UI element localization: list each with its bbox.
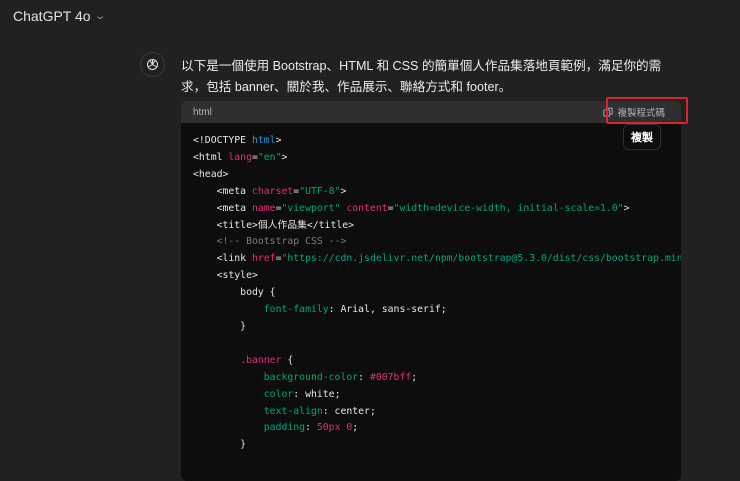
code-token: font-family xyxy=(263,304,329,316)
code-token: ; xyxy=(352,422,359,434)
code-line: .banner { xyxy=(193,353,669,370)
code-token: ; xyxy=(411,371,418,383)
code-token: } xyxy=(193,320,247,332)
code-token: <head> xyxy=(193,168,229,180)
code-token: <link xyxy=(193,253,252,265)
code-token: > xyxy=(281,151,288,163)
code-line: <meta name="viewport" content="width=dev… xyxy=(193,201,669,218)
code-token: > xyxy=(340,185,347,197)
code-token: : white; xyxy=(293,388,341,400)
chatgpt-avatar-icon xyxy=(140,52,165,77)
code-token: "en" xyxy=(257,151,282,163)
code-token: "width=device-width, initial-scale=1.0" xyxy=(393,202,624,214)
code-line: text-align: center; xyxy=(193,404,669,421)
code-token: charset xyxy=(251,185,294,197)
code-token: } xyxy=(193,439,247,451)
code-token: name xyxy=(251,202,276,214)
code-token: color xyxy=(263,388,294,400)
code-token: "UTF-8" xyxy=(299,185,341,197)
code-token: 50px 0 xyxy=(316,422,353,434)
code-line: <link href="https://cdn.jsdelivr.net/npm… xyxy=(193,251,681,268)
code-language: html xyxy=(193,106,212,118)
code-token: background-color xyxy=(263,371,359,383)
code-token: <style> xyxy=(193,270,258,282)
chevron-down-icon: ⌄ xyxy=(93,10,106,22)
code-block: html 複製程式碼 <!DOCTYPE html> <html lang="en… xyxy=(181,101,681,481)
code-token: .banner xyxy=(240,354,282,366)
model-name: ChatGPT 4o xyxy=(13,8,91,24)
code-token: > xyxy=(275,135,282,146)
code-token: html xyxy=(251,135,276,146)
code-token: "viewport" xyxy=(281,202,341,214)
assistant-message: 以下是一個使用 Bootstrap、HTML 和 CSS 的簡單個人作品集落地頁… xyxy=(181,59,662,94)
copy-code-label: 複製程式碼 xyxy=(617,108,665,119)
code-token: <html xyxy=(193,151,229,163)
copy-code-button[interactable]: 複製程式碼 xyxy=(603,105,665,119)
code-line: } xyxy=(193,319,669,336)
code-line: } xyxy=(193,437,669,454)
code-token: <title>個人作品集</title> xyxy=(193,219,355,231)
code-line: font-family: Arial, sans-serif; xyxy=(193,302,669,319)
code-line: <title>個人作品集</title> xyxy=(193,218,669,235)
code-line: body { xyxy=(193,285,669,302)
code-line: <style> xyxy=(193,268,669,285)
code-token: : xyxy=(358,371,370,383)
code-token: : xyxy=(305,422,317,434)
model-selector[interactable]: ChatGPT 4o ⌄ xyxy=(13,8,106,24)
code-token: <meta xyxy=(193,185,252,197)
code-line: color: white; xyxy=(193,387,669,404)
code-line: <meta charset="UTF-8"> xyxy=(193,184,669,201)
code-line: <!-- Bootstrap CSS --> xyxy=(193,234,669,251)
code-content: <!DOCTYPE html> <html lang="en"> <head> <m… xyxy=(181,123,681,464)
code-token: href xyxy=(251,253,276,265)
code-token: content xyxy=(346,202,388,214)
copy-icon xyxy=(603,107,614,117)
code-line: padding: 50px 0; xyxy=(193,420,669,437)
code-token: > xyxy=(623,202,630,214)
code-token: { xyxy=(281,354,294,366)
code-token: : center; xyxy=(322,405,376,417)
code-token: <!-- Bootstrap CSS --> xyxy=(193,236,347,248)
code-token: <!DOCTYPE xyxy=(193,135,252,146)
code-token: body { xyxy=(193,287,276,299)
code-line xyxy=(193,336,669,353)
code-token: lang xyxy=(228,151,252,163)
code-token: text-align xyxy=(263,405,323,417)
copy-tooltip: 複製 xyxy=(623,124,661,150)
code-line: <!DOCTYPE html> xyxy=(193,133,669,150)
code-token: padding xyxy=(263,422,306,434)
code-line: <html lang="en"> xyxy=(193,150,669,167)
code-token: : Arial, sans-serif; xyxy=(328,304,447,316)
code-line: <head> xyxy=(193,167,669,184)
code-token: "https://cdn.jsdelivr.net/npm/bootstrap@… xyxy=(281,253,681,265)
code-header: html 複製程式碼 xyxy=(181,101,681,123)
code-token: <meta xyxy=(193,202,252,214)
code-line: background-color: #007bff; xyxy=(193,370,669,387)
code-token: #007bff xyxy=(369,371,412,383)
